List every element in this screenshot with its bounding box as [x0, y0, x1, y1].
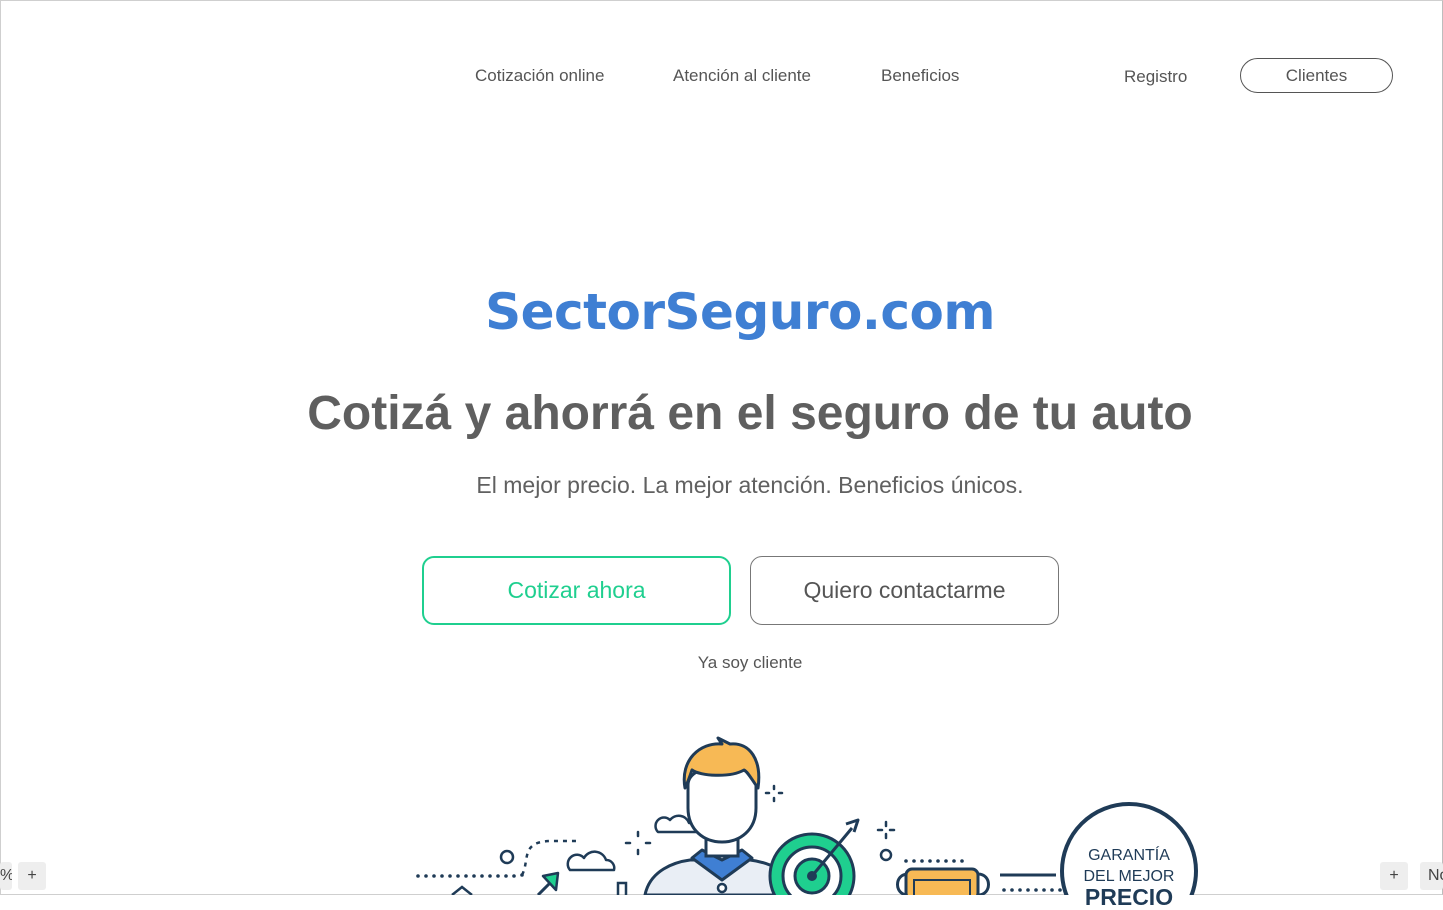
sparkle-icon [764, 784, 784, 803]
site-logo[interactable]: SectorSeguro.com [0, 283, 1443, 341]
nav-cotizacion-online[interactable]: Cotización online [475, 66, 604, 86]
zoom-percent-partial: % [0, 862, 12, 890]
badge-text: GARANTÍA DEL MEJOR PRECIO [1062, 845, 1196, 910]
clients-button[interactable]: Clientes [1240, 58, 1393, 93]
register-link[interactable]: Registro [1124, 67, 1187, 87]
dotted-trail-icon [1002, 888, 1062, 892]
small-circle-icon [879, 848, 893, 862]
sparkle-icon [876, 820, 896, 840]
zoom-in-button[interactable]: + [18, 862, 46, 890]
add-button[interactable]: + [1380, 862, 1408, 890]
contact-me-button[interactable]: Quiero contactarme [750, 556, 1059, 625]
diamond-icon [451, 885, 473, 895]
small-circle-icon [499, 849, 515, 865]
hero-subtitle: El mejor precio. La mejor atención. Bene… [476, 472, 1024, 498]
nav-atencion-cliente[interactable]: Atención al cliente [673, 66, 811, 86]
trophy-icon [896, 859, 990, 895]
dotted-trail-icon [416, 873, 524, 878]
nav-beneficios[interactable]: Beneficios [881, 66, 959, 86]
badge-line-3: PRECIO [1084, 884, 1174, 910]
cloud-icon [566, 850, 616, 872]
chair-icon [616, 881, 628, 895]
page-headline: Cotizá y ahorrá en el seguro de tu auto [307, 387, 1193, 440]
existing-client-link[interactable]: Ya soy cliente [0, 653, 1443, 673]
right-control-partial[interactable]: No [1420, 862, 1443, 890]
growth-arrow-icon [536, 871, 560, 895]
target-icon [768, 818, 860, 895]
sparkle-icon [624, 830, 652, 856]
quote-now-button[interactable]: Cotizar ahora [422, 556, 731, 625]
badge-line-1: GARANTÍA [1088, 847, 1170, 864]
